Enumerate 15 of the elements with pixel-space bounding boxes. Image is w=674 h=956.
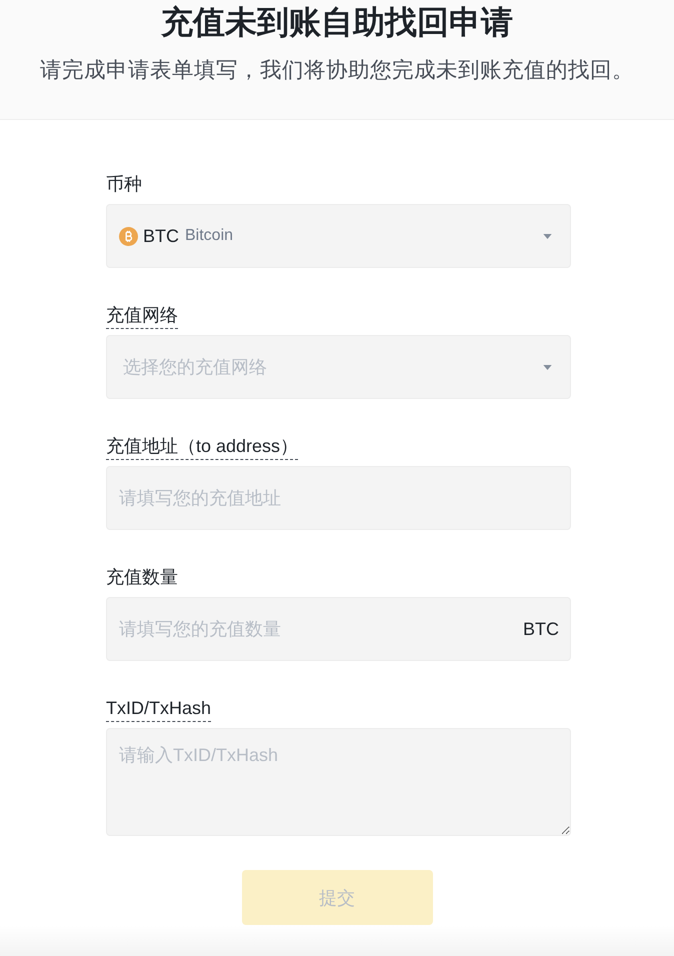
coin-icon bbox=[119, 226, 138, 246]
dropdown-select[interactable]: 选择您的充值网络 bbox=[106, 335, 571, 399]
field-label: 充值地址（to address） bbox=[106, 435, 298, 460]
page-title: 充值未到账自助找回申请 bbox=[161, 3, 513, 42]
field-label: TxID/TxHash bbox=[106, 697, 212, 722]
page-subtitle: 请完成申请表单填写，我们将协助您完成未到账充值的找回。 bbox=[40, 57, 634, 84]
field-label: 充值网络 bbox=[106, 304, 178, 329]
text-area[interactable]: 请输入TxID/TxHash bbox=[106, 728, 571, 836]
text-input[interactable]: 请填写您的充值地址 bbox=[106, 466, 571, 530]
dropdown-select[interactable]: BTC Bitcoin bbox=[106, 204, 571, 268]
field-label: 币种 bbox=[106, 173, 142, 196]
caret-icon bbox=[543, 364, 552, 370]
field-label: 充值数量 bbox=[106, 566, 178, 589]
caret-icon bbox=[543, 234, 552, 238]
unit-label: BTC bbox=[523, 618, 559, 640]
